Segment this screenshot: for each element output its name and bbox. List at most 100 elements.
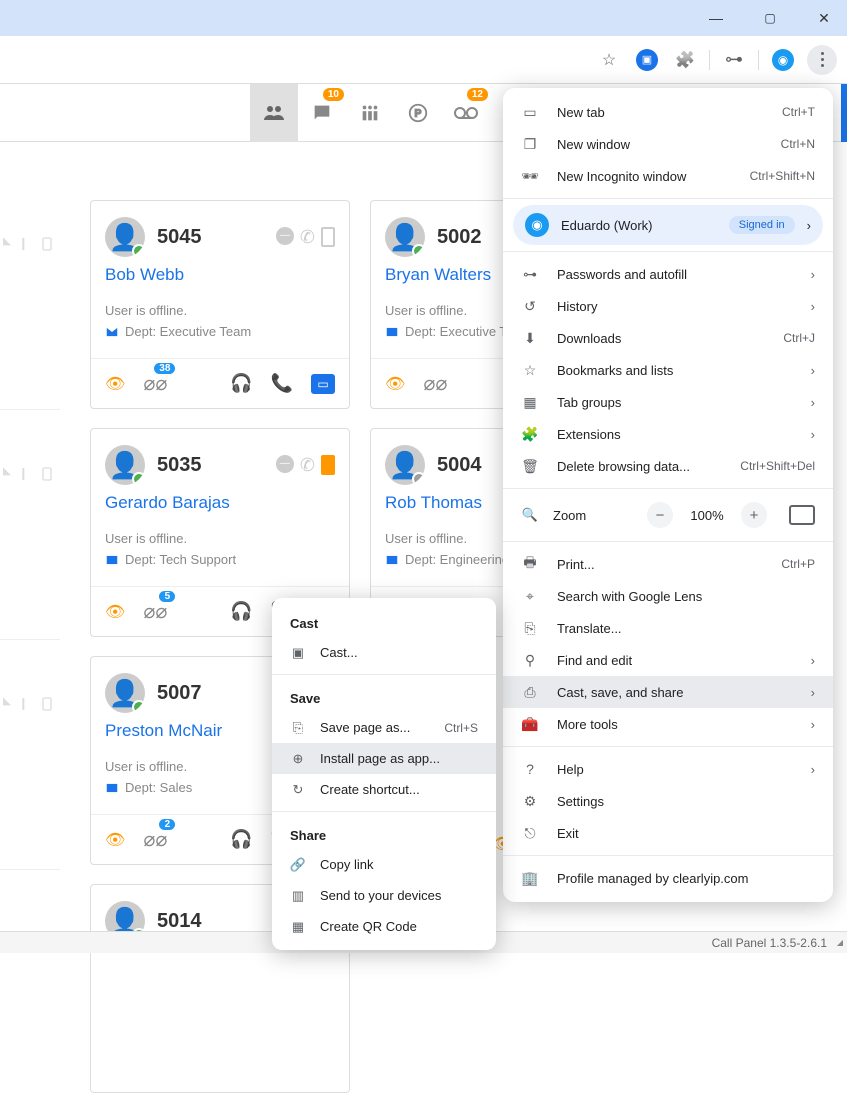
phone-icon[interactable]: ✆ — [300, 455, 315, 476]
menu-bookmarks[interactable]: ☆ Bookmarks and lists › — [503, 354, 833, 386]
submenu-save-page[interactable]: ⎘ Save page as... Ctrl+S — [272, 712, 496, 743]
menu-profile-row[interactable]: ◉ Eduardo (Work) Signed in › — [513, 205, 823, 245]
contact-status: User is offline. — [105, 531, 335, 546]
avatar[interactable]: 👤💬 — [105, 217, 145, 257]
watch-icon[interactable]: 👁 — [105, 830, 125, 850]
zoom-in-button[interactable]: + — [741, 502, 767, 528]
menu-settings[interactable]: ⚙ Settings — [503, 785, 833, 817]
call-icon[interactable]: 📞 — [271, 373, 293, 394]
voicemail-icon[interactable]: ⌀⌀2 — [143, 827, 167, 852]
chat-icon[interactable]: ▭ — [311, 374, 335, 394]
grid-icon: ▦ — [521, 394, 539, 411]
menu-cast-save-share[interactable]: ⎙ Cast, save, and share › — [503, 676, 833, 708]
fullscreen-button[interactable] — [789, 505, 815, 525]
menu-print[interactable]: 🖶 Print... Ctrl+P — [503, 548, 833, 580]
voicemail-tab[interactable]: 12 — [442, 84, 490, 142]
team-tab[interactable] — [346, 84, 394, 142]
zoom-out-button[interactable]: − — [647, 502, 673, 528]
chevron-right-icon: › — [811, 762, 815, 777]
contact-dept: Dept: Executive Team — [105, 324, 335, 339]
headset-icon[interactable]: 🎧 — [230, 373, 252, 394]
phone-icon[interactable]: ✆ — [300, 227, 315, 248]
extensions-icon[interactable] — [671, 46, 699, 74]
submenu-install-app[interactable]: ⊕ Install page as app... — [272, 743, 496, 774]
avatar[interactable]: 👤💬 — [105, 673, 145, 713]
avatar[interactable]: 👤💬 — [105, 445, 145, 485]
find-icon: ⚲ — [521, 652, 539, 669]
voicemail-icon[interactable]: ⌀⌀ — [423, 371, 447, 396]
signed-in-pill: Signed in — [729, 216, 795, 234]
chevron-right-icon: › — [811, 395, 815, 410]
camera-extension-icon[interactable]: ▣ — [633, 46, 661, 74]
mobile-icon[interactable] — [321, 227, 335, 247]
menu-downloads[interactable]: ⬇ Downloads Ctrl+J — [503, 322, 833, 354]
voicemail-icon[interactable]: ⌀⌀5 — [143, 599, 167, 624]
menu-new-window[interactable]: ❐ New window Ctrl+N — [503, 128, 833, 160]
menu-new-tab[interactable]: ▭ New tab Ctrl+T — [503, 96, 833, 128]
watch-icon[interactable]: 👁 — [105, 374, 125, 394]
avatar[interactable]: 👤💬 — [385, 217, 425, 257]
headset-icon[interactable]: 🎧 — [230, 601, 252, 622]
puzzle-icon: 🧩 — [521, 426, 539, 443]
extension-number: 5045 — [157, 226, 202, 249]
contacts-tab[interactable] — [250, 84, 298, 142]
contact-dept: Dept: Tech Support — [105, 552, 335, 567]
watch-icon[interactable]: 👁 — [385, 374, 405, 394]
password-key-icon[interactable] — [720, 46, 748, 74]
chevron-right-icon: › — [811, 717, 815, 732]
menu-translate[interactable]: ⎘ Translate... — [503, 612, 833, 644]
chrome-menu-button[interactable] — [807, 45, 837, 75]
chevron-right-icon: › — [811, 427, 815, 442]
headset-icon[interactable]: 🎧 — [230, 829, 252, 850]
profile-avatar-icon[interactable]: ◉ — [769, 46, 797, 74]
menu-managed[interactable]: 🏢 Profile managed by clearlyip.com — [503, 862, 833, 894]
submenu-copy-link[interactable]: 🔗 Copy link — [272, 849, 496, 880]
contact-name[interactable]: Bob Webb — [105, 265, 335, 285]
voicemail-icon[interactable]: ⌀⌀38 — [143, 371, 167, 396]
submenu-cast[interactable]: ▣ Cast... — [272, 637, 496, 668]
menu-more-tools[interactable]: 🧰 More tools › — [503, 708, 833, 740]
resize-grip-icon[interactable]: ◢ — [837, 938, 843, 947]
menu-delete-data[interactable]: 🗑 Delete browsing data... Ctrl+Shift+Del — [503, 450, 833, 482]
chevron-right-icon: › — [811, 653, 815, 668]
cast-icon: ▣ — [290, 645, 306, 661]
help-icon: ? — [521, 761, 539, 777]
key-icon: ⊶ — [521, 266, 539, 283]
window-close-button[interactable] — [809, 3, 839, 33]
install-icon: ⊕ — [290, 751, 306, 767]
avatar[interactable]: 👤💬 — [385, 445, 425, 485]
window-minimize-button[interactable] — [701, 3, 731, 33]
menu-find[interactable]: ⚲ Find and edit › — [503, 644, 833, 676]
bookmark-star-icon[interactable] — [595, 46, 623, 74]
dnd-icon[interactable]: — — [276, 455, 294, 473]
parking-tab[interactable]: P — [394, 84, 442, 142]
menu-history[interactable]: ↺ History › — [503, 290, 833, 322]
cast-save-share-submenu: Cast ▣ Cast... Save ⎘ Save page as... Ct… — [272, 598, 496, 950]
chevron-right-icon: › — [811, 685, 815, 700]
menu-extensions[interactable]: 🧩 Extensions › — [503, 418, 833, 450]
side-stub — [0, 430, 60, 640]
menu-passwords[interactable]: ⊶ Passwords and autofill › — [503, 258, 833, 290]
menu-separator — [503, 251, 833, 252]
chat-tab[interactable]: 10 — [298, 84, 346, 142]
menu-incognito[interactable]: 🕶 New Incognito window Ctrl+Shift+N — [503, 160, 833, 192]
zoom-percent: 100% — [687, 508, 727, 523]
submenu-send-devices[interactable]: ▥ Send to your devices — [272, 880, 496, 911]
menu-help[interactable]: ? Help › — [503, 753, 833, 785]
profile-avatar-icon: ◉ — [525, 213, 549, 237]
dnd-icon[interactable]: — — [276, 227, 294, 245]
submenu-head-share: Share — [272, 818, 496, 849]
star-icon: ☆ — [521, 362, 539, 379]
contact-card[interactable]: 👤💬 5045 — ✆ Bob Webb User is offline. De… — [90, 200, 350, 409]
menu-lens[interactable]: ⌖ Search with Google Lens — [503, 580, 833, 612]
submenu-create-shortcut[interactable]: ↻ Create shortcut... — [272, 774, 496, 805]
mobile-icon[interactable] — [321, 455, 335, 475]
menu-tabgroups[interactable]: ▦ Tab groups › — [503, 386, 833, 418]
contact-name[interactable]: Gerardo Barajas — [105, 493, 335, 513]
watch-icon[interactable]: 👁 — [105, 602, 125, 622]
submenu-qr[interactable]: ▦ Create QR Code — [272, 911, 496, 942]
devices-icon: ▥ — [290, 888, 306, 904]
window-maximize-button[interactable] — [755, 3, 785, 33]
extension-number: 5002 — [437, 226, 482, 249]
menu-exit[interactable]: ⎋ Exit — [503, 817, 833, 849]
